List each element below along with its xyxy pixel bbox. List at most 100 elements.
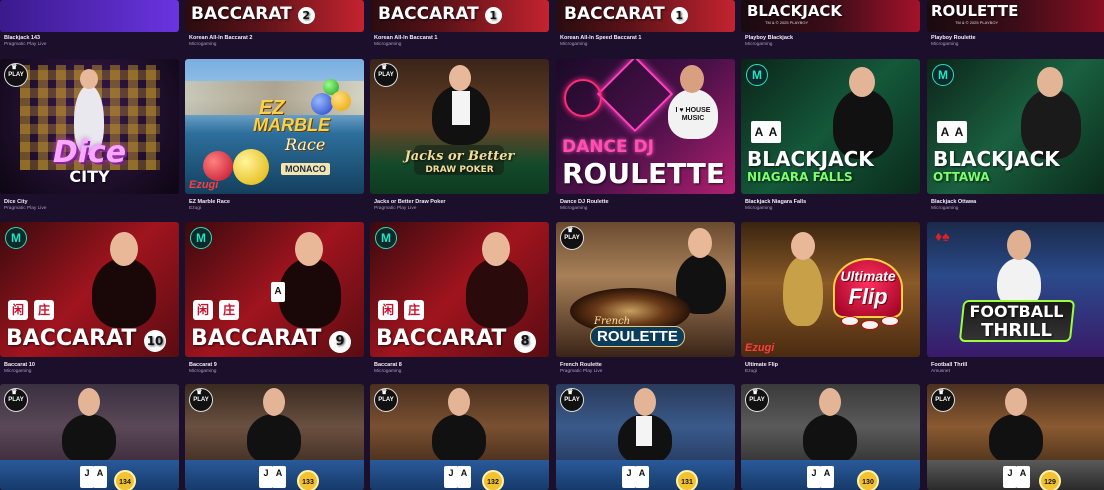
table-number-badge: 10 xyxy=(144,330,167,352)
game-provider: Ezugi xyxy=(745,369,757,374)
game-thumbnail[interactable]: J A 129 PLAY xyxy=(927,384,1104,490)
orange-marble-icon xyxy=(331,91,351,111)
playing-card-ace: A xyxy=(1016,466,1030,488)
game-thumbnail[interactable]: PLAY Dice CITY xyxy=(0,59,179,194)
game-thumbnail[interactable]: M A 闲 庄 BACCARAT 9 xyxy=(185,222,364,357)
game-logo-line2: THRILL xyxy=(981,320,1052,341)
playing-card-ace: A xyxy=(635,466,649,488)
playing-card-ace: A xyxy=(457,466,471,488)
game-thumbnail[interactable]: J A 130 PLAY xyxy=(741,384,920,490)
table-number-chip: 130 xyxy=(857,470,879,490)
game-title: Playboy Roulette xyxy=(931,35,976,41)
game-title: Blackjack Niagara Falls xyxy=(745,199,807,205)
pragmatic-play-logo-icon: PLAY xyxy=(560,222,584,250)
banker-plaque: 庄 xyxy=(404,300,424,320)
banner-text: BACCARAT xyxy=(191,4,292,24)
game-thumbnail[interactable]: PLAY French ROULETTE xyxy=(556,222,735,357)
neon-diamond xyxy=(596,59,674,133)
playing-card-ace: A xyxy=(820,466,834,488)
game-thumbnail[interactable]: PLAY Jacks or Better DRAW POKER xyxy=(370,59,549,194)
dealer-head xyxy=(110,232,138,266)
game-title: Blackjack Ottawa xyxy=(931,199,977,205)
table-number-chip: 134 xyxy=(114,470,136,490)
playing-card-jack: J xyxy=(622,466,636,488)
table-number-badge: 9 xyxy=(329,331,352,353)
copyright-text: TM & © 2025 PLAYBOY xyxy=(765,20,809,25)
dealer-head xyxy=(80,69,98,89)
game-thumbnail[interactable]: M A A BLACKJACK OTTAWA xyxy=(927,59,1104,194)
chip-icon xyxy=(881,316,899,326)
table-number-chip: 133 xyxy=(297,470,319,490)
banner-text: BACCARAT xyxy=(564,4,665,24)
game-thumbnail[interactable]: I ♥ HOUSE MUSIC DANCE DJ ROULETTE xyxy=(556,59,735,194)
banker-plaque: 庄 xyxy=(34,300,54,320)
game-logo-line3: Race xyxy=(285,135,326,154)
card-suits-icon: ♦♠ xyxy=(935,228,950,244)
game-logo-line2: Flip xyxy=(848,284,888,309)
game-thumbnail[interactable]: J A 133 PLAY xyxy=(185,384,364,490)
game-title: French Roulette xyxy=(560,362,602,368)
pragmatic-play-logo-icon: PLAY xyxy=(931,384,955,412)
game-thumbnail[interactable]: BLACKJACK TM & © 2025 PLAYBOY xyxy=(741,0,920,32)
dealer-shirt xyxy=(636,416,652,446)
game-thumbnail[interactable]: ♦♠ FOOTBALL THRILL xyxy=(927,222,1104,357)
dealer-shirt-text: I ♥ HOUSE MUSIC xyxy=(675,107,711,122)
playing-card-jack: J xyxy=(80,466,94,488)
dealer-figure xyxy=(432,414,486,464)
game-logo-line2: ROULETTE xyxy=(562,157,726,190)
game-title: Korean All-In Baccarat 2 xyxy=(189,35,253,41)
pragmatic-play-logo-icon: PLAY xyxy=(4,59,28,87)
neon-record-icon xyxy=(564,79,602,117)
blue-marble-icon xyxy=(311,93,333,115)
banner-text: BACCARAT xyxy=(6,326,137,351)
dealer-head xyxy=(448,388,470,416)
game-title: Playboy Blackjack xyxy=(745,35,794,41)
microgaming-logo-icon: M xyxy=(5,227,27,249)
game-provider: Pragmatic Play Live xyxy=(4,206,47,211)
game-provider: Microgaming xyxy=(931,206,959,211)
game-logo-line2: DRAW POKER xyxy=(425,165,494,175)
playing-card-ace: A xyxy=(93,466,107,488)
game-thumbnail[interactable]: BACCARAT 1 xyxy=(370,0,549,32)
game-thumbnail[interactable]: J A 131 PLAY xyxy=(556,384,735,490)
dealer-head xyxy=(482,232,510,266)
banner-text: BACCARAT xyxy=(378,4,479,24)
game-provider: Microgaming xyxy=(189,369,217,374)
microgaming-logo-icon: M xyxy=(375,227,397,249)
game-logo-line1: Ultimate xyxy=(840,268,896,284)
game-provider: Amusnet xyxy=(931,369,950,374)
dealer-head xyxy=(688,228,712,258)
pragmatic-play-logo-icon: PLAY xyxy=(4,384,28,412)
game-thumbnail[interactable]: M 闲 庄 BACCARAT 8 xyxy=(370,222,549,357)
pragmatic-play-logo-icon: PLAY xyxy=(745,384,769,412)
game-thumbnail[interactable]: ROULETTE TM & © 2025 PLAYBOY xyxy=(927,0,1104,32)
banker-plaque: 庄 xyxy=(219,300,239,320)
game-thumbnail[interactable]: M A A BLACKJACK NIAGARA FALLS xyxy=(741,59,920,194)
pragmatic-play-logo-icon: PLAY xyxy=(560,384,584,412)
game-thumbnail[interactable]: J A 132 PLAY xyxy=(370,384,549,490)
game-title: Football Thrill xyxy=(931,362,968,368)
chip-icon xyxy=(841,316,859,326)
game-provider: Microgaming xyxy=(931,42,959,47)
game-thumbnail[interactable] xyxy=(0,0,179,32)
playing-card-ace: A xyxy=(272,466,286,488)
game-thumbnail[interactable]: EZ MARBLE Race MONACO Ezugi xyxy=(185,59,364,194)
dealer-figure xyxy=(466,258,528,328)
game-logo-line1: FOOTBALL xyxy=(969,302,1064,321)
game-provider: Microgaming xyxy=(745,206,773,211)
game-thumbnail[interactable]: Ultimate Flip Ezugi xyxy=(741,222,920,357)
game-provider: Pragmatic Play Live xyxy=(374,206,417,211)
game-thumbnail[interactable]: BACCARAT 2 xyxy=(185,0,364,32)
game-logo-line1: BLACKJACK xyxy=(933,147,1060,171)
copyright-text: TM & © 2025 PLAYBOY xyxy=(955,20,999,25)
game-logo-line2: ROULETTE xyxy=(590,326,685,347)
game-thumbnail[interactable]: J A 134 PLAY xyxy=(0,384,179,490)
ezugi-logo: Ezugi xyxy=(189,179,219,191)
game-provider: Microgaming xyxy=(560,42,588,47)
dealer-head xyxy=(1005,388,1027,416)
dealer-figure xyxy=(247,414,301,464)
game-logo-line2: MARBLE xyxy=(253,115,330,135)
game-title: Korean All-In Speed Baccarat 1 xyxy=(560,35,642,41)
game-thumbnail[interactable]: M 闲 庄 BACCARAT 10 xyxy=(0,222,179,357)
game-thumbnail[interactable]: BACCARAT 1 xyxy=(556,0,735,32)
